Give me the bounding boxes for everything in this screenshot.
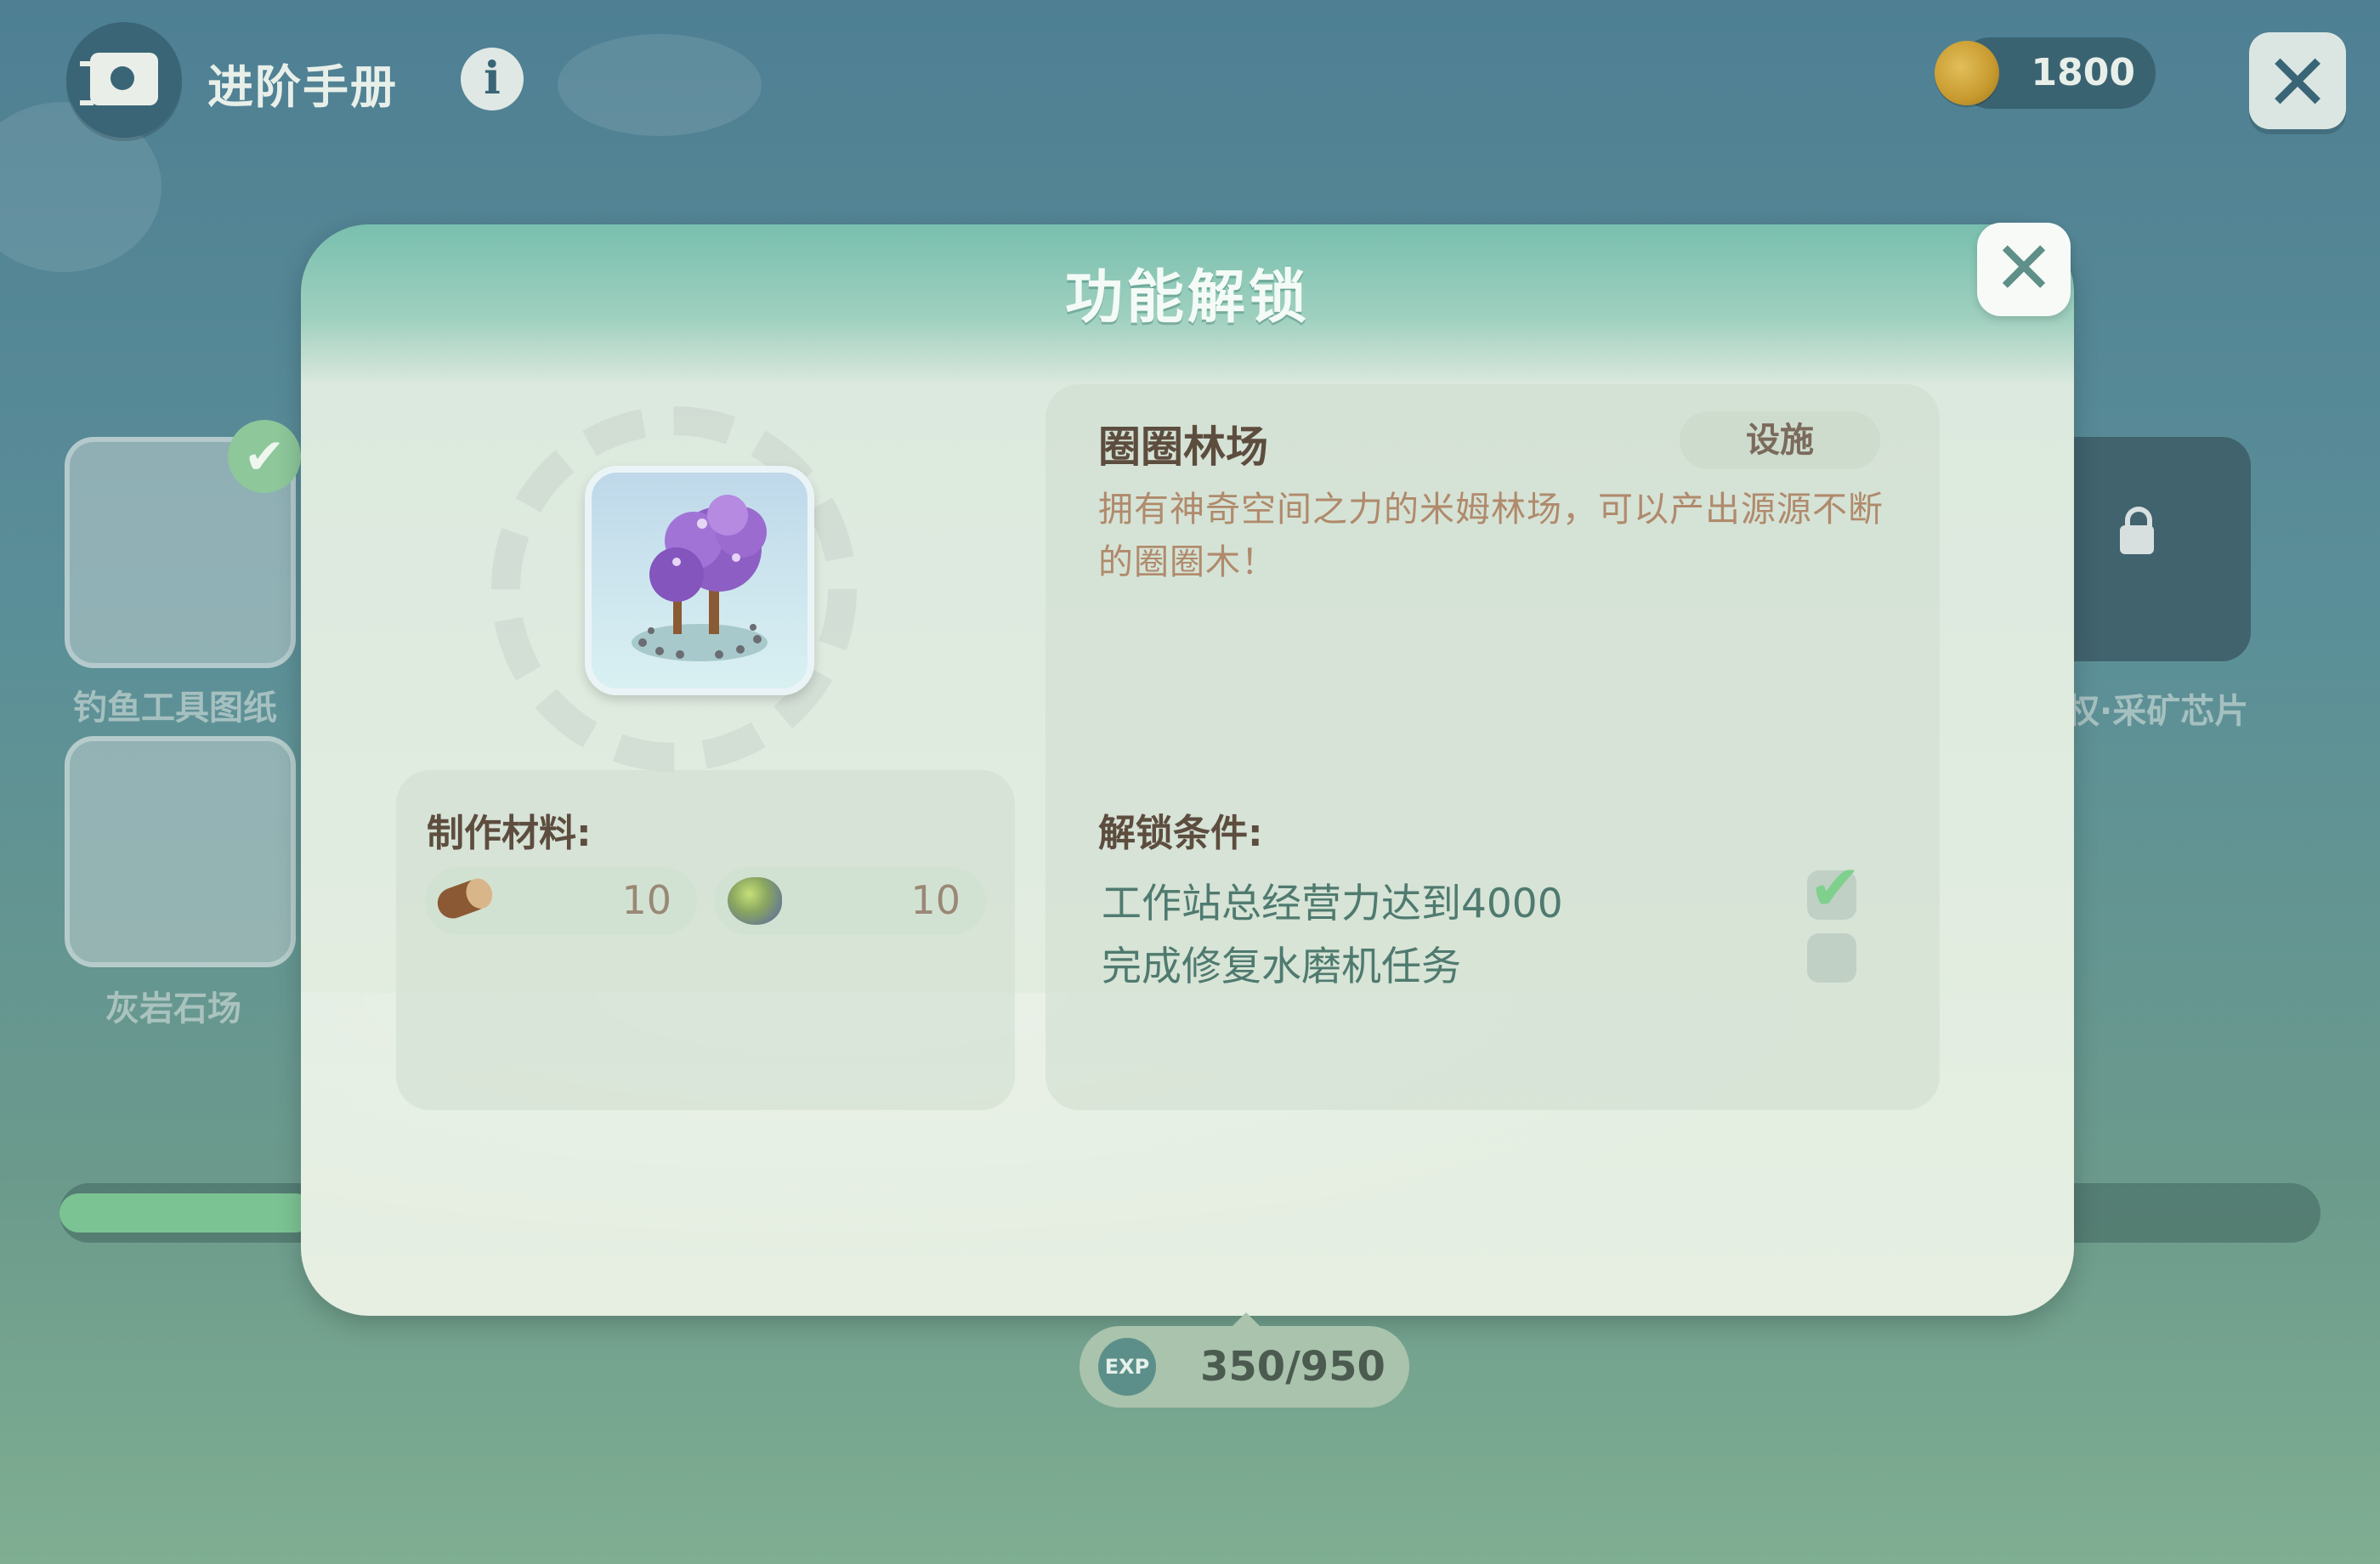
exp-counter: EXP 350/950: [1080, 1326, 1409, 1408]
close-handbook-button[interactable]: ✕: [2249, 32, 2346, 129]
bg-card-label: 权·采矿芯片: [2066, 692, 2249, 731]
coin-icon: [1935, 41, 1999, 105]
condition-checkbox-checked: [1807, 852, 1862, 925]
material-qty: 10: [910, 877, 960, 923]
cloud-decoration: [558, 34, 762, 136]
condition-text: 工作站总经营力达到4000: [1102, 881, 1563, 927]
conditions-label: 解锁条件:: [1098, 812, 1263, 855]
bg-card-label: 钓鱼工具图纸: [73, 688, 277, 728]
coin-counter: 1800: [1935, 37, 2156, 109]
exp-value: 350/950: [1200, 1343, 1386, 1391]
condition-checkbox-unchecked: [1807, 933, 1856, 983]
close-icon: ✕: [2264, 37, 2331, 128]
handbook-title: 进阶手册: [207, 60, 398, 114]
item-description: 拥有神奇空间之力的米姆林场，可以产出源源不断的圈圈木！: [1098, 489, 1884, 582]
book-icon: [80, 53, 158, 105]
bg-card-label: 灰岩石场: [105, 989, 241, 1028]
checkmark-icon: ✔: [228, 420, 301, 493]
info-button[interactable]: i: [461, 48, 524, 110]
material-qty: 10: [621, 877, 672, 923]
category-tag: 设施: [1680, 411, 1880, 469]
progress-fill: [60, 1193, 314, 1232]
exp-badge-icon: EXP: [1098, 1338, 1156, 1396]
dialog-close-button[interactable]: ✕: [1977, 223, 2071, 316]
handbook-icon-button[interactable]: [66, 22, 182, 138]
purple-tree-icon: [632, 495, 768, 661]
coin-amount: 1800: [2031, 51, 2135, 94]
item-name: 圈圈林场: [1098, 422, 1268, 472]
item-image: [585, 466, 814, 695]
lock-icon: [2120, 507, 2154, 554]
material-slot[interactable]: 10: [714, 867, 986, 935]
stone-ore-icon: [728, 877, 782, 925]
close-icon: ✕: [1992, 226, 2055, 311]
materials-label: 制作材料:: [427, 812, 592, 855]
wood-log-icon: [433, 876, 494, 923]
dialog-title: 功能解锁: [1064, 264, 1310, 332]
bg-card-limestone-quarry[interactable]: [65, 736, 296, 967]
condition-text: 完成修复水磨机任务: [1102, 944, 1461, 990]
material-slot[interactable]: 10: [425, 867, 697, 935]
